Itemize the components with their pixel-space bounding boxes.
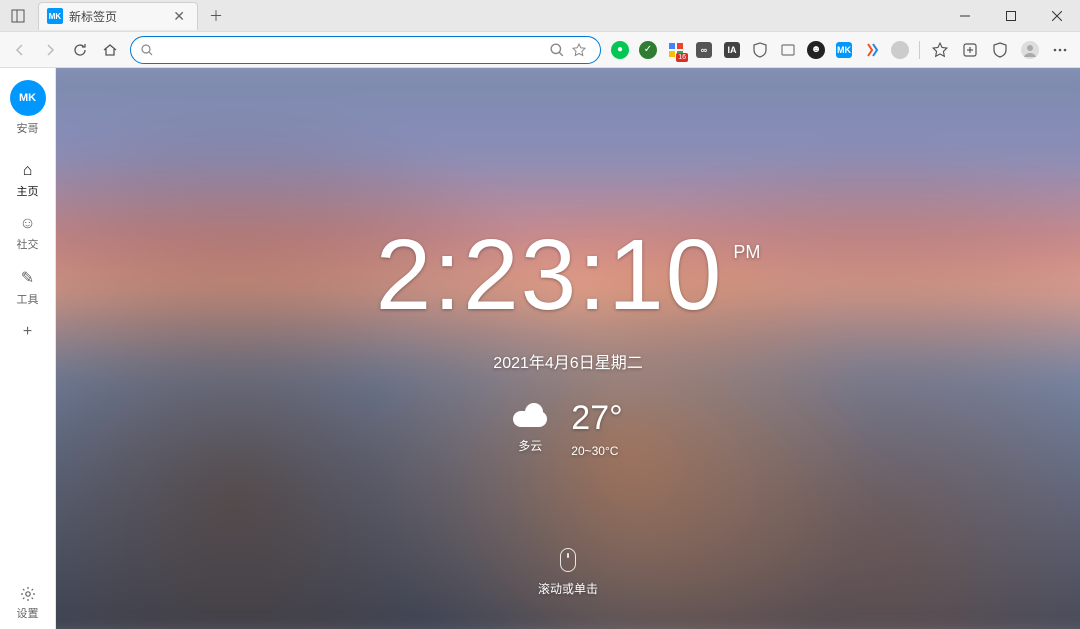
tab-favicon: MK — [47, 8, 63, 24]
clock-time: 2:23:10 — [376, 218, 724, 333]
extension-icon-6[interactable] — [747, 37, 773, 63]
clock-ampm: PM — [733, 242, 760, 263]
favorites-button[interactable] — [926, 36, 954, 64]
sidebar-item-label: 工具 — [17, 291, 39, 307]
forward-button[interactable] — [36, 36, 64, 64]
temperature-current: 27° — [571, 399, 622, 438]
favorite-button[interactable] — [568, 39, 590, 61]
pencil-icon: ✎ — [21, 268, 34, 288]
browser-tab[interactable]: MK 新标签页 ✕ — [38, 2, 198, 30]
cloud-icon — [513, 403, 547, 427]
search-icon — [141, 44, 153, 56]
menu-button[interactable] — [1046, 36, 1074, 64]
extension-icon-7[interactable] — [775, 37, 801, 63]
sidebar-item-label: 设置 — [17, 605, 39, 621]
mouse-icon — [560, 548, 576, 572]
temperature-range: 20~30°C — [571, 444, 618, 458]
window-close-button[interactable] — [1034, 0, 1080, 32]
weather-widget[interactable]: 多云 27° 20~30°C — [513, 399, 622, 458]
tab-close-button[interactable]: ✕ — [169, 8, 189, 25]
sidebar-item-home[interactable]: ⌂ 主页 — [0, 154, 55, 207]
address-search-button[interactable] — [546, 39, 568, 61]
sidebar-item-label: 主页 — [17, 183, 39, 199]
address-bar[interactable] — [130, 36, 601, 64]
refresh-button[interactable] — [66, 36, 94, 64]
extension-icon-10[interactable] — [859, 37, 885, 63]
collections-button[interactable] — [956, 36, 984, 64]
scroll-hint-label: 滚动或单击 — [538, 580, 598, 597]
home-icon: ⌂ — [23, 162, 33, 180]
sidebar-item-social[interactable]: ☺ 社交 — [0, 207, 55, 260]
left-sidebar: MK 安哥 ⌂ 主页 ☺ 社交 ✎ 工具 + 设置 — [0, 68, 56, 629]
tab-title: 新标签页 — [69, 8, 117, 25]
profile-button[interactable] — [1016, 36, 1044, 64]
extension-icon-4[interactable]: ∞ — [691, 37, 717, 63]
extension-icon-2[interactable]: ✓ — [635, 37, 661, 63]
extension-icon-8[interactable]: ☻ — [803, 37, 829, 63]
sidebar-settings-button[interactable]: 设置 — [0, 578, 55, 629]
sidebar-add-button[interactable]: + — [0, 315, 55, 349]
window-title-bar: MK 新标签页 ✕ ＋ — [0, 0, 1080, 32]
address-input[interactable] — [161, 42, 546, 57]
plus-icon: + — [23, 323, 32, 341]
username-label: 安哥 — [17, 120, 39, 136]
extension-icon-5[interactable]: IA — [719, 37, 745, 63]
toolbar-separator — [919, 41, 920, 59]
back-button[interactable] — [6, 36, 34, 64]
user-avatar[interactable]: MK — [10, 80, 46, 116]
weather-description: 多云 — [518, 437, 542, 454]
new-tab-button[interactable]: ＋ — [202, 2, 230, 30]
tab-actions-button[interactable] — [0, 0, 36, 32]
home-button[interactable] — [96, 36, 124, 64]
scroll-hint[interactable]: 滚动或单击 — [538, 548, 598, 597]
sidebar-item-tools[interactable]: ✎ 工具 — [0, 260, 55, 315]
extension-icon-11[interactable] — [887, 37, 913, 63]
gear-icon — [20, 586, 36, 602]
extension-icon-9[interactable]: MK — [831, 37, 857, 63]
date-label: 2021年4月6日星期二 — [493, 349, 642, 373]
smile-icon: ☺ — [19, 215, 35, 233]
extension-icon-3[interactable]: 16 — [663, 37, 689, 63]
browser-toolbar: ● ✓ 16 ∞ IA ☻ MK — [0, 32, 1080, 68]
extension-icon-1[interactable]: ● — [607, 37, 633, 63]
clock-widget[interactable]: 2:23:10 PM — [376, 218, 761, 333]
tracking-button[interactable] — [986, 36, 1014, 64]
newtab-content: 2:23:10 PM 2021年4月6日星期二 多云 27° 20~30°C 滚… — [56, 68, 1080, 629]
window-maximize-button[interactable] — [988, 0, 1034, 32]
window-minimize-button[interactable] — [942, 0, 988, 32]
sidebar-item-label: 社交 — [17, 236, 39, 252]
extension-badge: 16 — [676, 53, 688, 62]
